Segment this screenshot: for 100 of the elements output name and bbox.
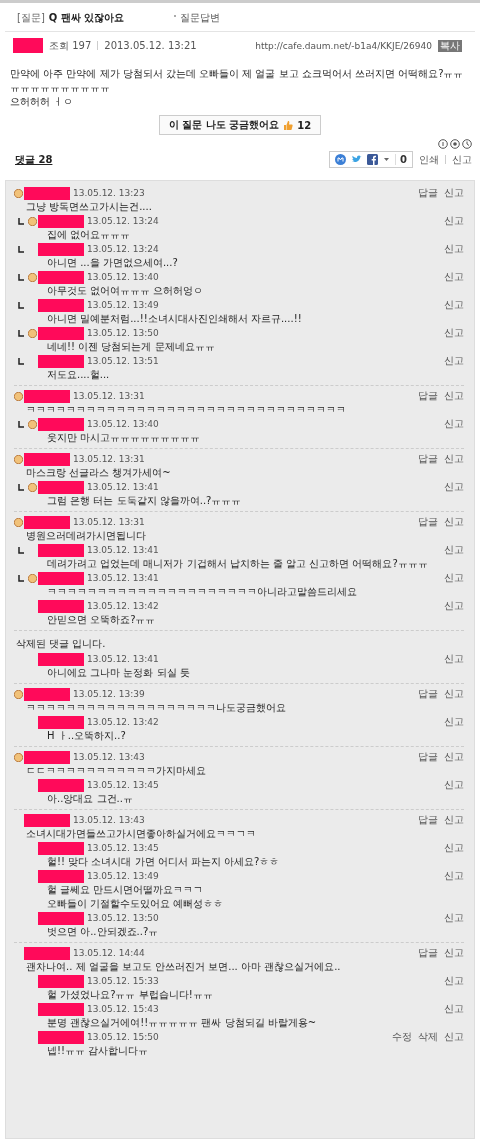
comment-action-link[interactable]: 신고 [444, 543, 464, 557]
comments-link[interactable]: 댓글 28 [15, 152, 53, 167]
comment-action-link[interactable]: 신고 [444, 354, 464, 368]
comment-action-link[interactable]: 신고 [444, 841, 464, 855]
comment-text: 분명 괜찮으실거에여!!ㅠㅠㅠㅠㅠ 팬싸 당첨되길 바랄게용~ [46, 1016, 318, 1030]
comment-time: 13.05.12. 13:31 [73, 454, 145, 464]
avatar-icon [28, 328, 37, 338]
comment-action-link[interactable]: 신고 [444, 242, 464, 256]
comment-action-link[interactable]: 신고 [444, 869, 464, 883]
comment-action-link[interactable]: 신고 [444, 480, 464, 494]
comment-time: 13.05.12. 13:43 [73, 815, 145, 825]
toolbar-link[interactable]: 신고 [452, 152, 472, 167]
copy-button[interactable]: 복사 [438, 39, 462, 52]
redaction-block [24, 452, 70, 466]
redaction-block [38, 214, 84, 228]
comment-text: 넵!!ㅠㅠ 감사합니다ㅠ [46, 1044, 150, 1058]
comment-action-link[interactable]: 신고 [444, 186, 464, 200]
comment-action-link[interactable]: 답글 [418, 515, 438, 529]
comment-time: 13.05.12. 13:41 [87, 654, 159, 664]
redaction-block [38, 911, 84, 925]
clock-icon[interactable] [462, 139, 472, 149]
redaction-block [24, 687, 70, 701]
comment-action-link[interactable]: 신고 [444, 571, 464, 585]
comment-time: 13.05.12. 13:24 [87, 216, 159, 226]
comment-action-link[interactable]: 답글 [418, 750, 438, 764]
comment-action-link[interactable]: 신고 [444, 652, 464, 666]
comment-text: 헐 가셨었나요?ㅠㅠ 부럽습니다!ㅠㅠ [46, 988, 214, 1002]
comment-action-link[interactable]: 신고 [444, 778, 464, 792]
comment-text: ㅋㅋㅋㅋㅋㅋㅋㅋㅋㅋㅋㅋㅋㅋㅋㅋㅋㅋㅋㅋㅋㅋㅋㅋㅋㅋㅋㅋㅋㅋㅋㅋ [25, 403, 347, 417]
redaction-block [38, 974, 84, 988]
avatar-icon [28, 216, 37, 226]
comment-time: 13.05.12. 13:31 [73, 391, 145, 401]
redaction-block [38, 1030, 84, 1044]
comment-action-link[interactable]: 신고 [444, 1002, 464, 1016]
comment-action-link[interactable]: 신고 [444, 326, 464, 340]
comment-text: 웃지만 마시고ㅠㅠㅠㅠㅠㅠㅠㅠㅠ [46, 431, 202, 445]
f-logo-icon[interactable] [367, 154, 379, 165]
comment-action-link[interactable]: 신고 [444, 813, 464, 827]
comment-action-link[interactable]: 신고 [444, 270, 464, 284]
comment-time: 13.05.12. 15:33 [87, 976, 159, 986]
comment-time: 13.05.12. 13:24 [87, 244, 159, 254]
comment-action-link[interactable]: 신고 [444, 214, 464, 228]
record-icon[interactable] [450, 139, 460, 149]
comment-time: 13.05.12. 13:31 [73, 517, 145, 527]
comment-action-link[interactable]: 신고 [444, 599, 464, 613]
comment-action-link[interactable]: 신고 [444, 715, 464, 729]
comment-action-link[interactable]: 신고 [444, 750, 464, 764]
reply-mark-icon [18, 574, 24, 582]
avatar-icon [28, 272, 37, 282]
info-icon[interactable] [438, 139, 448, 149]
redaction-block [38, 298, 84, 312]
reply-mark-icon [18, 546, 24, 554]
comment-action-link[interactable]: 신고 [444, 687, 464, 701]
redaction-block [38, 1002, 84, 1016]
redaction-block [38, 354, 84, 368]
comment-action-link[interactable]: 수정 [392, 1030, 412, 1044]
comment-text: 괜차나여.. 제 얼굴을 보고도 안쓰러진거 보면... 아마 괜찮으실거에요.. [25, 960, 342, 974]
redaction-block [38, 270, 84, 284]
avatar-icon [14, 454, 23, 464]
comment-time: 13.05.12. 13:51 [87, 356, 159, 366]
post-url-link[interactable]: http://cafe.daum.net/-b1a4/KKJE/26940 [255, 40, 432, 51]
comment-time: 13.05.12. 13:50 [87, 913, 159, 923]
comment-text: 아무것도 없어여ㅠㅠㅠ 으허허엉ㅇ [46, 284, 205, 298]
comment-time: 13.05.12. 15:50 [87, 1032, 159, 1042]
comment-action-link[interactable]: 답글 [418, 186, 438, 200]
like-button[interactable]: 이 질문 나도 궁금했어요 12 [158, 115, 322, 135]
view-count: 조회 197 [49, 38, 92, 53]
comment-action-link[interactable]: 신고 [444, 911, 464, 925]
comment-text: 그럼 은행 터는 도둑같지 않을까여..?ㅠㅠㅠ [46, 494, 243, 508]
comment-action-link[interactable]: 신고 [444, 946, 464, 960]
comment-text: 안믿으면 오뚝하죠?ㅠㅠ [46, 613, 157, 627]
comment-action-link[interactable]: 답글 [418, 946, 438, 960]
share-widget[interactable]: 0 [329, 151, 413, 168]
toolbar-link[interactable]: 인쇄 [419, 152, 439, 167]
redaction-block [38, 599, 84, 613]
board-link[interactable]: 질문답변 [180, 11, 221, 25]
comment-action-link[interactable]: 답글 [418, 813, 438, 827]
comment-action-link[interactable]: 삭제 [418, 1030, 438, 1044]
comment-time: 13.05.12. 15:43 [87, 1004, 159, 1014]
comment-action-link[interactable]: 신고 [444, 389, 464, 403]
comment-action-link[interactable]: 신고 [444, 417, 464, 431]
comment-time: 13.05.12. 13:42 [87, 717, 159, 727]
comment-action-link[interactable]: 답글 [418, 389, 438, 403]
bird-icon[interactable] [351, 155, 363, 164]
m-logo-icon[interactable] [335, 154, 347, 165]
comment-text: 데려가려고 업었는데 매니저가 기겁해서 납치하는 줄 알고 신고하면 어떡해요?ㅠㅠㅠ [46, 557, 429, 571]
comment-time: 13.05.12. 13:23 [73, 188, 145, 198]
comment-action-link[interactable]: 신고 [444, 452, 464, 466]
redaction-block [38, 841, 84, 855]
comment-action-link[interactable]: 신고 [444, 298, 464, 312]
comment-action-link[interactable]: 신고 [444, 515, 464, 529]
redaction-block [24, 389, 70, 403]
comment-action-link[interactable]: 신고 [444, 974, 464, 988]
comment-action-link[interactable]: 답글 [418, 452, 438, 466]
caret-icon[interactable] [383, 157, 391, 162]
comment-action-link[interactable]: 신고 [444, 1030, 464, 1044]
comment-action-link[interactable]: 답글 [418, 687, 438, 701]
redaction-block [38, 543, 84, 557]
comment-text: 집에 없어요ㅠㅠㅠ [46, 228, 132, 242]
redaction-block [38, 778, 84, 792]
